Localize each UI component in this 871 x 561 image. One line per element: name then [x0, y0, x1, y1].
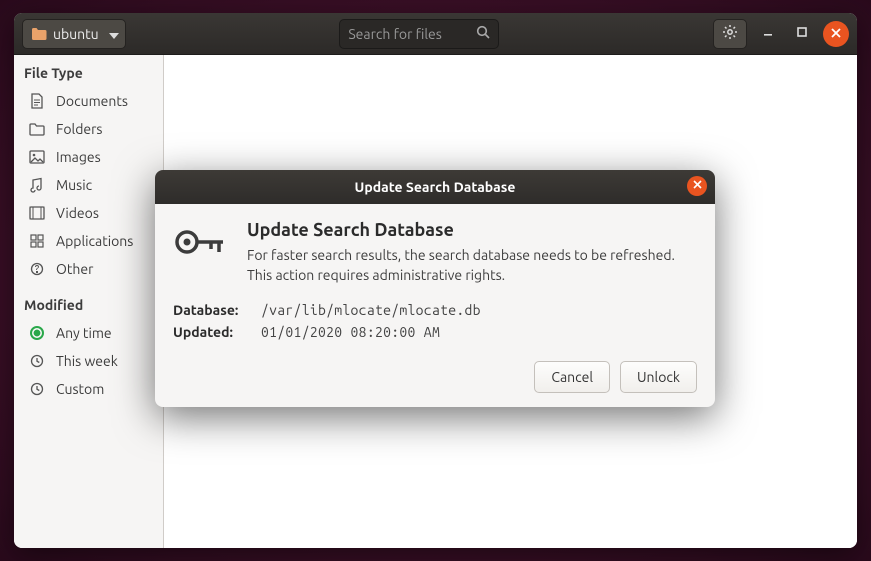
minimize-icon: [762, 26, 774, 41]
close-button[interactable]: [823, 21, 849, 47]
search-input[interactable]: Search for files: [339, 19, 499, 49]
modified-option-thisweek[interactable]: This week: [14, 347, 163, 375]
settings-button[interactable]: [713, 19, 747, 49]
maximize-icon: [796, 26, 808, 41]
search-placeholder: Search for files: [348, 26, 442, 42]
document-icon: [28, 93, 46, 109]
sidebar-item-label: Any time: [56, 325, 112, 341]
sidebar-item-label: This week: [56, 353, 118, 369]
dialog-close-button[interactable]: [687, 176, 707, 196]
sidebar-item-other[interactable]: Other: [14, 255, 163, 283]
sidebar-item-label: Documents: [56, 93, 128, 109]
sidebar-item-label: Custom: [56, 381, 104, 397]
database-value: /var/lib/mlocate/mlocate.db: [261, 302, 481, 318]
folder-outline-icon: [28, 122, 46, 136]
apps-icon: [28, 234, 46, 248]
sidebar: File Type Documents Folders Images Music…: [14, 55, 164, 548]
sidebar-item-label: Applications: [56, 233, 133, 249]
key-icon: [173, 222, 229, 265]
titlebar: ubuntu Search for files: [14, 13, 857, 55]
sidebar-item-videos[interactable]: Videos: [14, 199, 163, 227]
dialog-message: For faster search results, the search da…: [247, 246, 697, 285]
sidebar-item-applications[interactable]: Applications: [14, 227, 163, 255]
radio-icon: [28, 326, 46, 340]
minimize-button[interactable]: [755, 21, 781, 47]
sidebar-item-label: Images: [56, 149, 101, 165]
image-icon: [28, 150, 46, 164]
update-database-dialog: Update Search Database Update Search Dat…: [155, 170, 715, 407]
sidebar-item-label: Music: [56, 177, 92, 193]
sidebar-item-label: Folders: [56, 121, 103, 137]
chevron-down-icon: [109, 26, 119, 42]
sidebar-item-images[interactable]: Images: [14, 143, 163, 171]
modified-option-custom[interactable]: Custom: [14, 375, 163, 403]
database-label: Database:: [173, 302, 253, 318]
section-modified-header: Modified: [14, 293, 163, 319]
clock-icon: [28, 354, 46, 368]
gear-icon: [722, 24, 738, 43]
video-icon: [28, 206, 46, 220]
sidebar-item-folders[interactable]: Folders: [14, 115, 163, 143]
sidebar-item-label: Videos: [56, 205, 99, 221]
updated-label: Updated:: [173, 324, 253, 340]
clock-icon: [28, 382, 46, 396]
button-label: Cancel: [551, 369, 593, 385]
dialog-heading: Update Search Database: [247, 220, 697, 240]
dialog-title: Update Search Database: [355, 179, 516, 195]
maximize-button[interactable]: [789, 21, 815, 47]
close-icon: [831, 27, 841, 41]
location-button[interactable]: ubuntu: [22, 19, 126, 49]
updated-value: 01/01/2020 08:20:00 AM: [261, 324, 440, 340]
music-icon: [28, 177, 46, 193]
modified-option-anytime[interactable]: Any time: [14, 319, 163, 347]
search-icon: [476, 25, 490, 42]
unlock-button[interactable]: Unlock: [620, 361, 697, 393]
sidebar-item-label: Other: [56, 261, 93, 277]
folder-icon: [31, 27, 47, 41]
dialog-titlebar: Update Search Database: [155, 170, 715, 204]
location-label: ubuntu: [53, 26, 99, 42]
sidebar-item-music[interactable]: Music: [14, 171, 163, 199]
cancel-button[interactable]: Cancel: [534, 361, 610, 393]
other-icon: [28, 262, 46, 276]
close-icon: [693, 180, 702, 192]
sidebar-item-documents[interactable]: Documents: [14, 87, 163, 115]
button-label: Unlock: [637, 369, 680, 385]
section-filetype-header: File Type: [14, 61, 163, 87]
